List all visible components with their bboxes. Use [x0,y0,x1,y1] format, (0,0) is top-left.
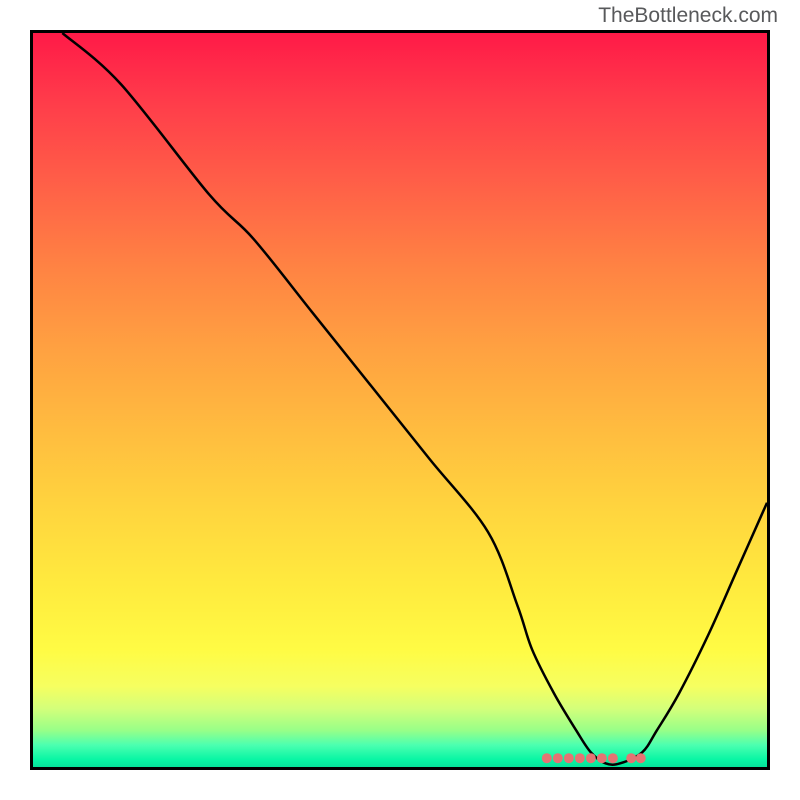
highlight-markers [542,753,646,763]
chart-svg [33,33,767,767]
highlight-dot [608,753,618,763]
highlight-dot [564,753,574,763]
highlight-dot [542,753,552,763]
highlight-dot [626,753,636,763]
plot-area [30,30,770,770]
highlight-dot [586,753,596,763]
watermark-label: TheBottleneck.com [598,4,778,28]
highlight-dot [636,753,646,763]
bottleneck-curve [62,33,767,765]
highlight-dot [575,753,585,763]
highlight-dot [597,753,607,763]
highlight-dot [553,753,563,763]
